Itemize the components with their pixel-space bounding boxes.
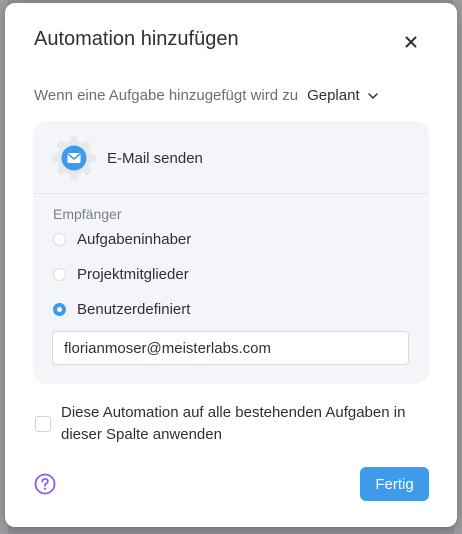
close-button[interactable] bbox=[399, 30, 423, 54]
trigger-text: Wenn eine Aufgabe hinzugefügt wird zu bbox=[34, 87, 299, 104]
column-select[interactable]: Geplant bbox=[307, 87, 378, 104]
apply-existing-checkbox[interactable] bbox=[35, 416, 51, 432]
radio-project-members[interactable]: Projektmitglieder bbox=[53, 266, 189, 283]
mail-gear-icon bbox=[52, 136, 96, 180]
radio-button[interactable] bbox=[53, 268, 66, 281]
help-icon[interactable] bbox=[34, 473, 56, 495]
chevron-down-icon bbox=[367, 92, 378, 99]
email-field[interactable] bbox=[52, 331, 409, 365]
dialog-title: Automation hinzufügen bbox=[34, 28, 239, 50]
close-icon bbox=[405, 36, 417, 48]
apply-existing-label: Diese Automation auf alle bestehenden Au… bbox=[61, 404, 406, 443]
radio-label: Benutzerdefiniert bbox=[77, 301, 191, 318]
trigger-row: Wenn eine Aufgabe hinzugefügt wird zu Ge… bbox=[34, 87, 378, 104]
action-card: E-Mail senden Empfänger Aufgabeninhaber … bbox=[33, 121, 429, 384]
radio-button-checked[interactable] bbox=[53, 303, 66, 316]
automation-dialog: Automation hinzufügen Wenn eine Aufgabe … bbox=[5, 3, 457, 527]
radio-button[interactable] bbox=[53, 233, 66, 246]
recipients-label: Empfänger bbox=[53, 206, 122, 222]
radio-custom[interactable]: Benutzerdefiniert bbox=[53, 301, 190, 318]
apply-existing-row: Diese Automation auf alle bestehenden Au… bbox=[35, 402, 415, 446]
radio-label: Projektmitglieder bbox=[77, 266, 189, 283]
action-title: E-Mail senden bbox=[107, 150, 203, 167]
radio-task-owner[interactable]: Aufgabeninhaber bbox=[53, 231, 191, 248]
radio-label: Aufgabeninhaber bbox=[77, 231, 192, 248]
done-button[interactable]: Fertig bbox=[360, 467, 429, 501]
column-select-value: Geplant bbox=[307, 87, 360, 104]
action-card-header: E-Mail senden bbox=[33, 121, 429, 194]
